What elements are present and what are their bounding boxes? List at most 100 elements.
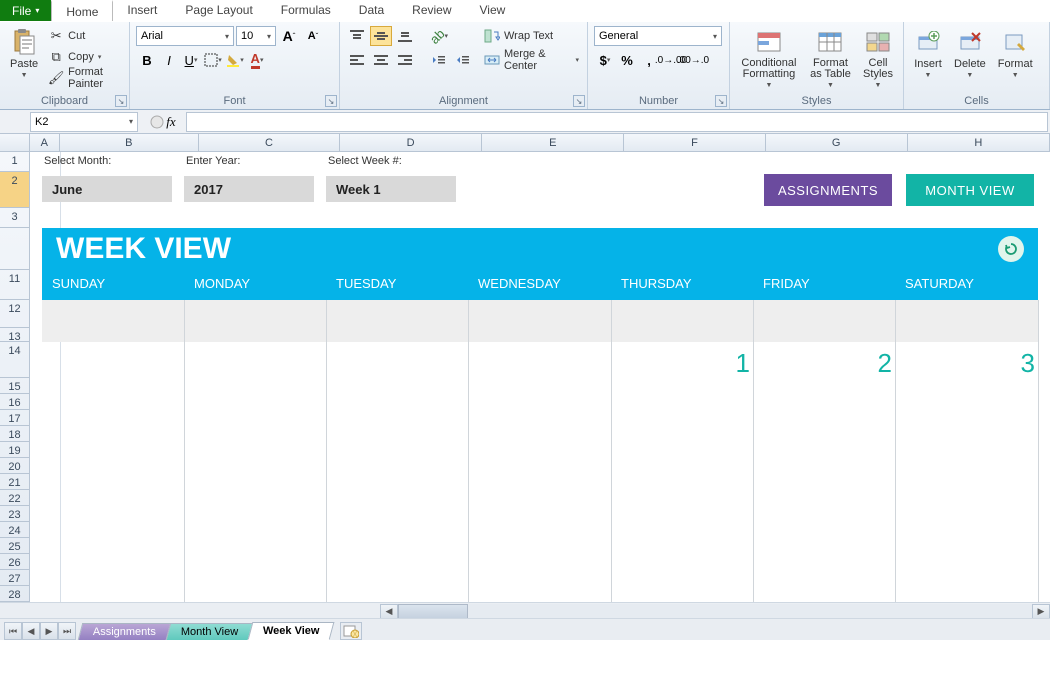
percent-button[interactable]: % (616, 50, 638, 70)
day-gray-row (42, 300, 1038, 342)
col-header[interactable]: G (766, 134, 908, 151)
row-header[interactable]: 27 (0, 570, 30, 586)
sheet-nav-next[interactable]: ▶ (40, 622, 58, 640)
insert-cells-button[interactable]: Insert▼ (910, 26, 946, 93)
italic-button[interactable]: I (158, 50, 180, 70)
row-header[interactable]: 13 (0, 328, 30, 342)
accounting-button[interactable]: $▾ (594, 50, 616, 70)
year-input[interactable]: 2017 (184, 176, 314, 202)
col-header[interactable]: B (60, 134, 199, 151)
sheet-nav-prev[interactable]: ◀ (22, 622, 40, 640)
decrease-indent-button[interactable] (428, 50, 450, 70)
sheet-nav-first[interactable]: ⏮ (4, 622, 22, 640)
row-header[interactable]: 20 (0, 458, 30, 474)
tab-file[interactable]: File (0, 0, 51, 21)
font-color-button[interactable]: A▾ (246, 50, 268, 70)
paste-button[interactable]: Paste ▼ (6, 26, 42, 93)
alignment-launcher[interactable]: ↘ (573, 95, 585, 107)
row-header[interactable]: 28 (0, 586, 30, 602)
row-header[interactable]: 24 (0, 522, 30, 538)
row-header[interactable]: 11 (0, 270, 30, 300)
tab-page-layout[interactable]: Page Layout (171, 0, 266, 21)
align-middle-button[interactable] (370, 26, 392, 46)
align-center-button[interactable] (370, 50, 392, 70)
row-header[interactable]: 3 (0, 208, 30, 228)
row-header[interactable]: 22 (0, 490, 30, 506)
row-header[interactable]: 17 (0, 410, 30, 426)
tab-data[interactable]: Data (345, 0, 398, 21)
border-button[interactable]: ▾ (202, 50, 224, 70)
fill-color-button[interactable]: ▾ (224, 50, 246, 70)
underline-button[interactable]: U▾ (180, 50, 202, 70)
col-header[interactable]: D (340, 134, 482, 151)
font-name-select[interactable]: Arial (136, 26, 234, 46)
row-header[interactable] (0, 228, 30, 270)
delete-cells-button[interactable]: Delete▼ (950, 26, 990, 93)
sheet-tab-week-view[interactable]: Week View (248, 622, 335, 640)
row-header[interactable]: 25 (0, 538, 30, 554)
bold-button[interactable]: B (136, 50, 158, 70)
format-painter-button[interactable]: 🖌Format Painter (46, 68, 123, 88)
sheet-tab-bar: ⏮ ◀ ▶ ⏭ Assignments Month View Week View (0, 618, 1050, 640)
increase-indent-button[interactable] (452, 50, 474, 70)
tab-home[interactable]: Home (51, 0, 113, 21)
tab-formulas[interactable]: Formulas (267, 0, 345, 21)
tab-view[interactable]: View (466, 0, 520, 21)
row-header[interactable]: 16 (0, 394, 30, 410)
cut-button[interactable]: ✂Cut (46, 26, 123, 46)
tab-insert[interactable]: Insert (113, 0, 171, 21)
month-input[interactable]: June (42, 176, 172, 202)
conditional-formatting-button[interactable]: Conditional Formatting▼ (736, 26, 802, 93)
fx-button[interactable]: fx (140, 114, 186, 130)
align-top-button[interactable] (346, 26, 368, 46)
col-header[interactable]: A (30, 134, 60, 151)
row-header[interactable]: 2 (0, 172, 30, 208)
shrink-font-button[interactable]: Aˇ (302, 26, 324, 46)
font-size-select[interactable]: 10 (236, 26, 276, 46)
col-header[interactable]: H (908, 134, 1050, 151)
row-header[interactable]: 26 (0, 554, 30, 570)
namebox-value: K2 (35, 116, 48, 128)
group-alignment: ab▾ Wrap Text Merge & Center▾ Alignment … (340, 22, 588, 109)
col-header[interactable]: C (199, 134, 340, 151)
sheet-tab-assignments[interactable]: Assignments (78, 623, 172, 640)
col-header[interactable]: E (482, 134, 624, 151)
align-left-button[interactable] (346, 50, 368, 70)
row-header[interactable]: 14 (0, 342, 30, 378)
col-header[interactable]: F (624, 134, 765, 151)
grow-font-button[interactable]: Aˆ (278, 26, 300, 46)
decrease-decimal-button[interactable]: .00→.0 (682, 50, 704, 70)
format-cells-button[interactable]: Format▼ (994, 26, 1037, 93)
refresh-button[interactable] (998, 236, 1024, 262)
row-header[interactable]: 19 (0, 442, 30, 458)
week-input[interactable]: Week 1 (326, 176, 456, 202)
new-sheet-button[interactable] (340, 622, 362, 640)
copy-button[interactable]: ⧉Copy▾ (46, 47, 123, 67)
month-view-button[interactable]: MONTH VIEW (906, 174, 1034, 206)
wrap-text-button[interactable]: Wrap Text (482, 26, 581, 46)
row-header[interactable]: 18 (0, 426, 30, 442)
number-format-select[interactable]: General (594, 26, 722, 46)
cells-area[interactable]: Select Month: Enter Year: Select Week #:… (30, 152, 1050, 618)
clipboard-launcher[interactable]: ↘ (115, 95, 127, 107)
align-right-button[interactable] (394, 50, 416, 70)
align-bottom-button[interactable] (394, 26, 416, 46)
row-header[interactable]: 12 (0, 300, 30, 328)
name-box[interactable]: K2 (30, 112, 138, 132)
number-launcher[interactable]: ↘ (715, 95, 727, 107)
row-header[interactable]: 15 (0, 378, 30, 394)
tab-review[interactable]: Review (398, 0, 465, 21)
font-launcher[interactable]: ↘ (325, 95, 337, 107)
format-as-table-button[interactable]: Format as Table▼ (806, 26, 855, 93)
merge-center-button[interactable]: Merge & Center▾ (482, 50, 581, 70)
cell-styles-button[interactable]: Cell Styles▼ (859, 26, 897, 93)
assignments-button[interactable]: ASSIGNMENTS (764, 174, 892, 206)
sheet-nav-last[interactable]: ⏭ (58, 622, 76, 640)
orientation-button[interactable]: ab▾ (428, 26, 450, 46)
sheet-tab-month-view[interactable]: Month View (166, 623, 254, 640)
formula-input[interactable] (186, 112, 1048, 132)
row-header[interactable]: 21 (0, 474, 30, 490)
row-header[interactable]: 23 (0, 506, 30, 522)
select-all-cell[interactable] (0, 134, 30, 151)
row-header[interactable]: 1 (0, 152, 30, 172)
